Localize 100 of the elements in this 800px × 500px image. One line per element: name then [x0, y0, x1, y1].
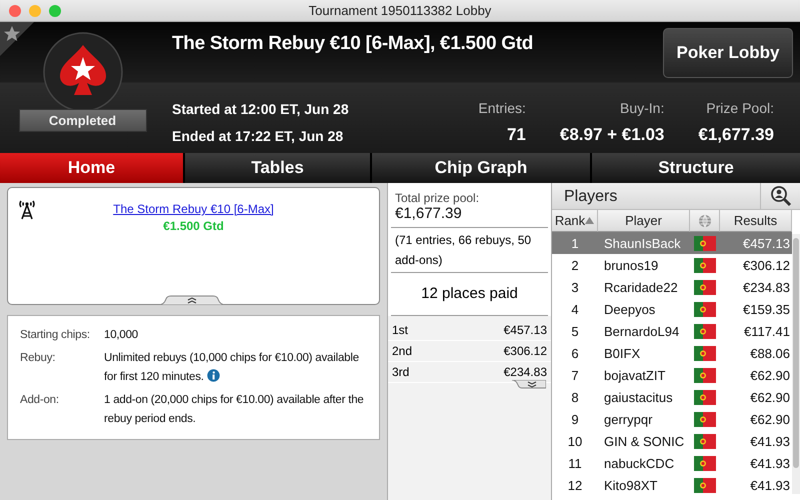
detail-value: Unlimited rebuys (10,000 chips for €10.00) available for first 120 minutes. — [104, 351, 360, 385]
players-title: Players — [563, 187, 618, 207]
table-row[interactable]: 7 bojavatZIT €62.90 — [552, 364, 792, 386]
flag-icon — [694, 346, 716, 360]
stat-value: 71 — [506, 124, 526, 144]
rank-cell-text: 6 — [570, 346, 580, 360]
rank-cell-text: 3 — [570, 280, 580, 294]
table-row[interactable]: 9 gerrypqr €62.90 — [552, 408, 792, 430]
table-row[interactable]: 2 brunos19 €306.12 — [552, 254, 792, 276]
player-name: Rcaridade22 — [603, 280, 679, 294]
result-cell-text: €41.93 — [749, 456, 791, 470]
rank-cell-text: 8 — [570, 390, 580, 404]
rank-cell-text: 9 — [570, 412, 580, 426]
prize-amount: €234.83 — [504, 365, 547, 379]
tab[interactable]: Chip Graph — [372, 153, 590, 183]
collapse-button[interactable] — [158, 295, 226, 305]
stat-label: Buy-In: — [620, 100, 664, 116]
scrollbar[interactable] — [792, 234, 800, 494]
table-row[interactable]: 10 GIN & SONIC €41.93 — [552, 430, 792, 452]
flag-icon — [694, 412, 716, 426]
flag-icon — [694, 302, 716, 316]
table-row[interactable]: 4 Deepyos €159.35 — [552, 298, 792, 320]
prize-pool-label: Total prize pool: — [395, 191, 480, 205]
poker-lobby-button[interactable]: Poker Lobby — [663, 28, 793, 78]
player-name: Deepyos — [603, 302, 656, 316]
rank-cell-text: 2 — [570, 258, 580, 272]
prize-amount: €306.12 — [504, 344, 547, 358]
table-row[interactable]: 3 Rcaridade22 €234.83 — [552, 276, 792, 298]
column-header[interactable]: Rank — [552, 210, 598, 232]
window-title: Tournament 1950113382 Lobby — [308, 3, 492, 18]
tab[interactable]: Tables — [185, 153, 370, 183]
antenna-icon — [17, 198, 37, 220]
table-row[interactable]: 1 ShaunIsBack €457.13 — [552, 232, 792, 254]
column-header[interactable] — [690, 210, 720, 232]
tournament-link[interactable]: The Storm Rebuy €10 [6-Max] — [113, 202, 274, 216]
result-cell-text: €88.06 — [749, 346, 791, 360]
flag-icon — [694, 434, 716, 448]
player-name: gaiustacitus — [603, 390, 674, 404]
rank-cell-text: 12 — [566, 478, 584, 492]
tournament-title: The Storm Rebuy €10 [6-Max], €1.500 Gtd — [172, 33, 534, 55]
stat-value: €8.97 + €1.03 — [560, 124, 664, 144]
rank-cell-text: 11 — [567, 456, 583, 470]
detail-label: Add-on: — [20, 393, 60, 408]
info-icon[interactable] — [206, 369, 220, 382]
result-cell-text: €457.13 — [742, 236, 791, 250]
player-name: brunos19 — [603, 258, 660, 272]
player-name: GIN & SONIC — [603, 434, 686, 448]
start-time: Started at 12:00 ET, Jun 28 — [172, 100, 349, 116]
flag-icon — [694, 368, 716, 382]
column-header[interactable]: Results — [720, 210, 792, 232]
globe-icon — [698, 214, 712, 228]
player-name: nabuckCDC — [603, 456, 676, 470]
result-cell-text: €159.35 — [742, 302, 791, 316]
favorite-star-icon[interactable] — [0, 22, 34, 56]
rank-cell-text: 4 — [570, 302, 580, 316]
detail-label: Rebuy: — [20, 351, 56, 366]
place-label: 1st — [392, 323, 408, 337]
end-time: Ended at 17:22 ET, Jun 28 — [172, 128, 344, 144]
player-name: Kito98XT — [603, 478, 658, 492]
flag-icon — [694, 236, 716, 250]
flag-icon — [694, 258, 716, 272]
result-cell-text: €62.90 — [749, 390, 791, 404]
status-label: Completed — [18, 109, 146, 132]
result-cell-text: €117.41 — [742, 324, 791, 338]
table-row[interactable]: 11 nabuckCDC €41.93 — [552, 452, 792, 474]
stat-label: Entries: — [478, 100, 526, 116]
column-header[interactable]: Player — [598, 210, 690, 232]
flag-icon — [694, 324, 716, 338]
table-row[interactable]: 6 B0IFX €88.06 — [552, 342, 792, 364]
result-cell-text: €62.90 — [749, 368, 791, 382]
detail-value: 1 add-on (20,000 chips for €10.00) available after the rebuy period ends. — [104, 393, 365, 427]
prize-amount: €457.13 — [504, 323, 547, 337]
player-name: gerrypqr — [603, 412, 654, 426]
detail-value: 10,000 — [104, 328, 139, 343]
tab[interactable]: Home — [0, 153, 183, 183]
prize-pool-amount: €1,677.39 — [395, 205, 463, 222]
table-row[interactable]: 8 gaiustacitus €62.90 — [552, 386, 792, 408]
player-name: ShaunIsBack — [603, 236, 682, 250]
tab[interactable]: Structure — [592, 153, 800, 183]
table-row[interactable]: 5 BernardoL94 €117.41 — [552, 320, 792, 342]
result-cell-text: €41.93 — [749, 478, 791, 492]
rank-cell-text: 10 — [566, 434, 584, 448]
detail-label: Starting chips: — [20, 328, 91, 343]
flag-icon — [694, 390, 716, 404]
stat-label: Prize Pool: — [706, 100, 774, 116]
prize-breakdown: (71 entries, 66 rebuys, 50 add-ons) — [391, 228, 548, 273]
flag-icon — [694, 280, 716, 294]
flag-icon — [694, 456, 716, 470]
place-label: 3rd — [392, 365, 410, 379]
place-label: 2nd — [392, 344, 412, 358]
result-cell-text: €41.93 — [749, 434, 791, 448]
rank-cell-text: 7 — [570, 368, 580, 382]
rank-cell-text: 5 — [570, 324, 580, 338]
stat-value: €1,677.39 — [698, 124, 774, 144]
player-name: bojavatZIT — [603, 368, 666, 382]
flag-icon — [694, 478, 716, 492]
search-icon — [770, 185, 792, 207]
player-name: B0IFX — [603, 346, 642, 360]
result-cell-text: €234.83 — [742, 280, 791, 294]
table-row[interactable]: 12 Kito98XT €41.93 — [552, 474, 792, 496]
